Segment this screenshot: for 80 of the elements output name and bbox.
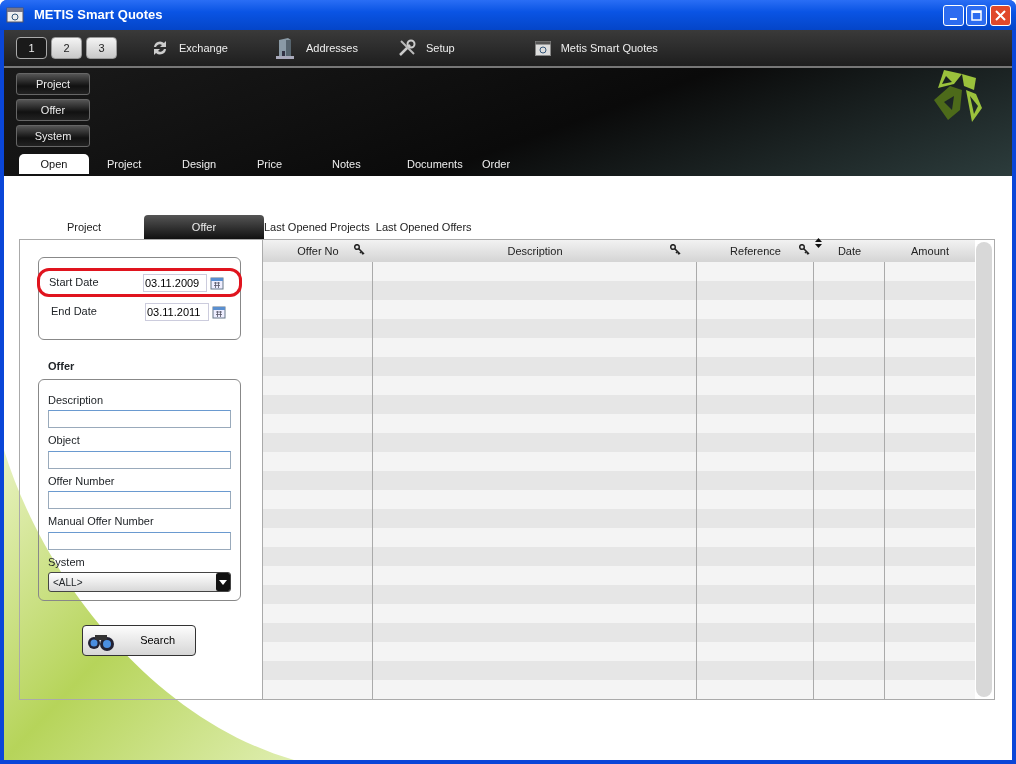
maximize-icon bbox=[971, 9, 983, 21]
system-dropdown[interactable]: <ALL> bbox=[48, 572, 231, 592]
maximize-button[interactable] bbox=[966, 4, 988, 26]
text-field[interactable] bbox=[48, 531, 231, 550]
tab[interactable]: Order bbox=[482, 154, 557, 174]
tab[interactable]: Open bbox=[19, 154, 89, 174]
tab[interactable]: Price bbox=[257, 154, 332, 174]
vertical-scrollbar[interactable] bbox=[976, 242, 992, 697]
tab[interactable]: Project bbox=[107, 154, 182, 174]
table-row[interactable] bbox=[263, 566, 975, 585]
minimize-icon bbox=[949, 17, 957, 20]
column-header[interactable]: Date bbox=[837, 242, 862, 260]
table-row[interactable] bbox=[263, 623, 975, 642]
date-field[interactable]: 03.11.2011 bbox=[145, 302, 209, 321]
table-row[interactable] bbox=[263, 376, 975, 395]
table-row[interactable] bbox=[263, 300, 975, 319]
table-row[interactable] bbox=[263, 395, 975, 414]
column-header[interactable]: Description bbox=[507, 242, 563, 260]
toolbar-button[interactable]: Exchange bbox=[151, 37, 228, 59]
table-row[interactable] bbox=[263, 604, 975, 623]
page-button[interactable]: 1 bbox=[16, 37, 47, 59]
menu-button[interactable]: System bbox=[16, 125, 90, 147]
table-row[interactable] bbox=[263, 509, 975, 528]
table-row[interactable] bbox=[263, 585, 975, 604]
page-button[interactable]: 2 bbox=[51, 37, 82, 59]
close-icon bbox=[995, 9, 1006, 21]
table-row[interactable] bbox=[263, 661, 975, 680]
field-label: Offer Number bbox=[48, 473, 116, 489]
table-row[interactable] bbox=[263, 281, 975, 300]
table-row[interactable] bbox=[263, 490, 975, 509]
table-row[interactable] bbox=[263, 433, 975, 452]
column-header[interactable]: Offer No bbox=[297, 242, 339, 260]
table-row[interactable] bbox=[263, 414, 975, 433]
column-header[interactable]: Reference bbox=[730, 242, 781, 260]
menu-button[interactable]: Project bbox=[16, 73, 90, 95]
tab[interactable]: Last Opened Offers bbox=[375, 215, 478, 239]
field-label: Manual Offer Number bbox=[48, 514, 155, 529]
window-icon bbox=[534, 40, 551, 56]
toolbar-button[interactable]: Addresses bbox=[273, 37, 358, 59]
field-label: Object bbox=[48, 433, 81, 448]
window-title: METIS Smart Quotes bbox=[34, 6, 163, 25]
exchange-icon bbox=[151, 40, 169, 56]
date-field[interactable]: 03.11.2009 bbox=[143, 273, 207, 292]
section-title: Offer bbox=[48, 359, 76, 374]
text-field[interactable] bbox=[48, 491, 231, 509]
tab[interactable]: Design bbox=[182, 154, 257, 174]
table-row[interactable] bbox=[263, 547, 975, 566]
calendar-icon[interactable] bbox=[211, 304, 226, 319]
table-row[interactable] bbox=[263, 680, 975, 699]
tab[interactable]: Project bbox=[24, 215, 144, 239]
toolbar-button[interactable]: Metis Smart Quotes bbox=[534, 37, 658, 59]
column-header[interactable]: Amount bbox=[911, 242, 949, 260]
table-row[interactable] bbox=[263, 642, 975, 661]
minimize-button[interactable] bbox=[942, 4, 964, 26]
tools-icon bbox=[397, 39, 416, 57]
text-field[interactable] bbox=[48, 450, 231, 469]
toolbar-button[interactable]: Setup bbox=[397, 37, 455, 59]
menu-button[interactable]: Offer bbox=[16, 99, 90, 121]
app-icon bbox=[6, 7, 24, 23]
field-label: Start Date bbox=[49, 275, 100, 291]
table-row[interactable] bbox=[263, 471, 975, 490]
field-label: End Date bbox=[51, 304, 98, 320]
table-row[interactable] bbox=[263, 338, 975, 357]
tab[interactable]: Last Opened Projects bbox=[264, 215, 376, 239]
page-button[interactable]: 3 bbox=[86, 37, 117, 59]
table-row[interactable] bbox=[263, 262, 975, 281]
tab[interactable]: Documents bbox=[407, 154, 482, 174]
field-label: Description bbox=[48, 392, 105, 408]
calendar-icon[interactable] bbox=[209, 275, 224, 290]
text-field[interactable] bbox=[48, 410, 231, 428]
tab[interactable]: Offer bbox=[144, 215, 264, 239]
tab[interactable]: Notes bbox=[332, 154, 407, 174]
building-icon bbox=[273, 37, 296, 59]
table-row[interactable] bbox=[263, 357, 975, 376]
search-button[interactable]: Search bbox=[82, 625, 196, 656]
close-button[interactable] bbox=[990, 4, 1011, 26]
table-row[interactable] bbox=[263, 319, 975, 338]
field-label: System bbox=[48, 554, 86, 570]
table-row[interactable] bbox=[263, 528, 975, 547]
table-row[interactable] bbox=[263, 452, 975, 471]
